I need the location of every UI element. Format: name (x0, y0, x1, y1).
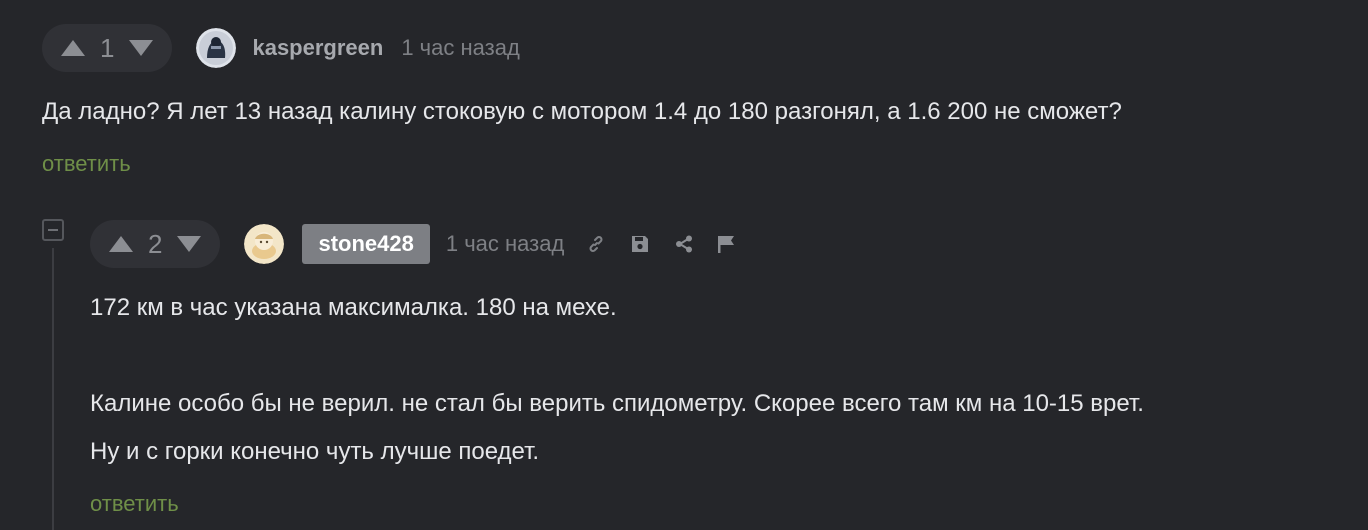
comment-text: 172 км в час указана максималка. 180 на … (90, 284, 1144, 476)
username-badge[interactable]: stone428 (302, 224, 430, 264)
avatar[interactable] (196, 28, 237, 68)
text-line: Ну и с горки конечно чуть лучше поедет. (90, 438, 540, 465)
collapse-thread-button[interactable] (42, 219, 64, 241)
link-icon[interactable] (586, 234, 606, 254)
text-line: 172 км в час указана максималка. 180 на … (90, 294, 617, 321)
reply-link[interactable]: ответить (90, 491, 179, 517)
comment-time[interactable]: 1 час назад (446, 231, 564, 257)
text-line: Калине особо бы не верил. не стал бы вер… (90, 390, 1144, 417)
username[interactable]: kaspergreen (252, 35, 383, 61)
reply-link[interactable]: ответить (42, 151, 131, 177)
save-icon[interactable] (630, 234, 650, 254)
comments-page: 1 kaspergreen 1 час назад Да ладно? Я ле… (0, 0, 1368, 530)
rating-count: 1 (100, 33, 115, 63)
thread-line[interactable] (52, 248, 54, 530)
comment-time[interactable]: 1 час назад (401, 35, 519, 61)
upvote-arrow-icon[interactable] (60, 38, 86, 58)
avatar[interactable] (244, 224, 285, 264)
comment-header: 2 stone428 1 час назад (90, 220, 736, 268)
text-line (90, 332, 1144, 380)
upvote-arrow-icon[interactable] (108, 234, 134, 254)
rating-count: 2 (148, 229, 163, 259)
share-icon[interactable] (674, 234, 694, 254)
downvote-arrow-icon[interactable] (176, 234, 202, 254)
vote-widget: 1 (42, 24, 173, 72)
text-line: Да ладно? Я лет 13 назад калину стоковую… (42, 98, 1122, 125)
comment-header: 1 kaspergreen 1 час назад (42, 24, 520, 72)
vote-widget: 2 (90, 220, 221, 268)
flag-icon[interactable] (716, 234, 736, 254)
comment-text: Да ладно? Я лет 13 назад калину стоковую… (42, 88, 1122, 136)
downvote-arrow-icon[interactable] (128, 38, 154, 58)
